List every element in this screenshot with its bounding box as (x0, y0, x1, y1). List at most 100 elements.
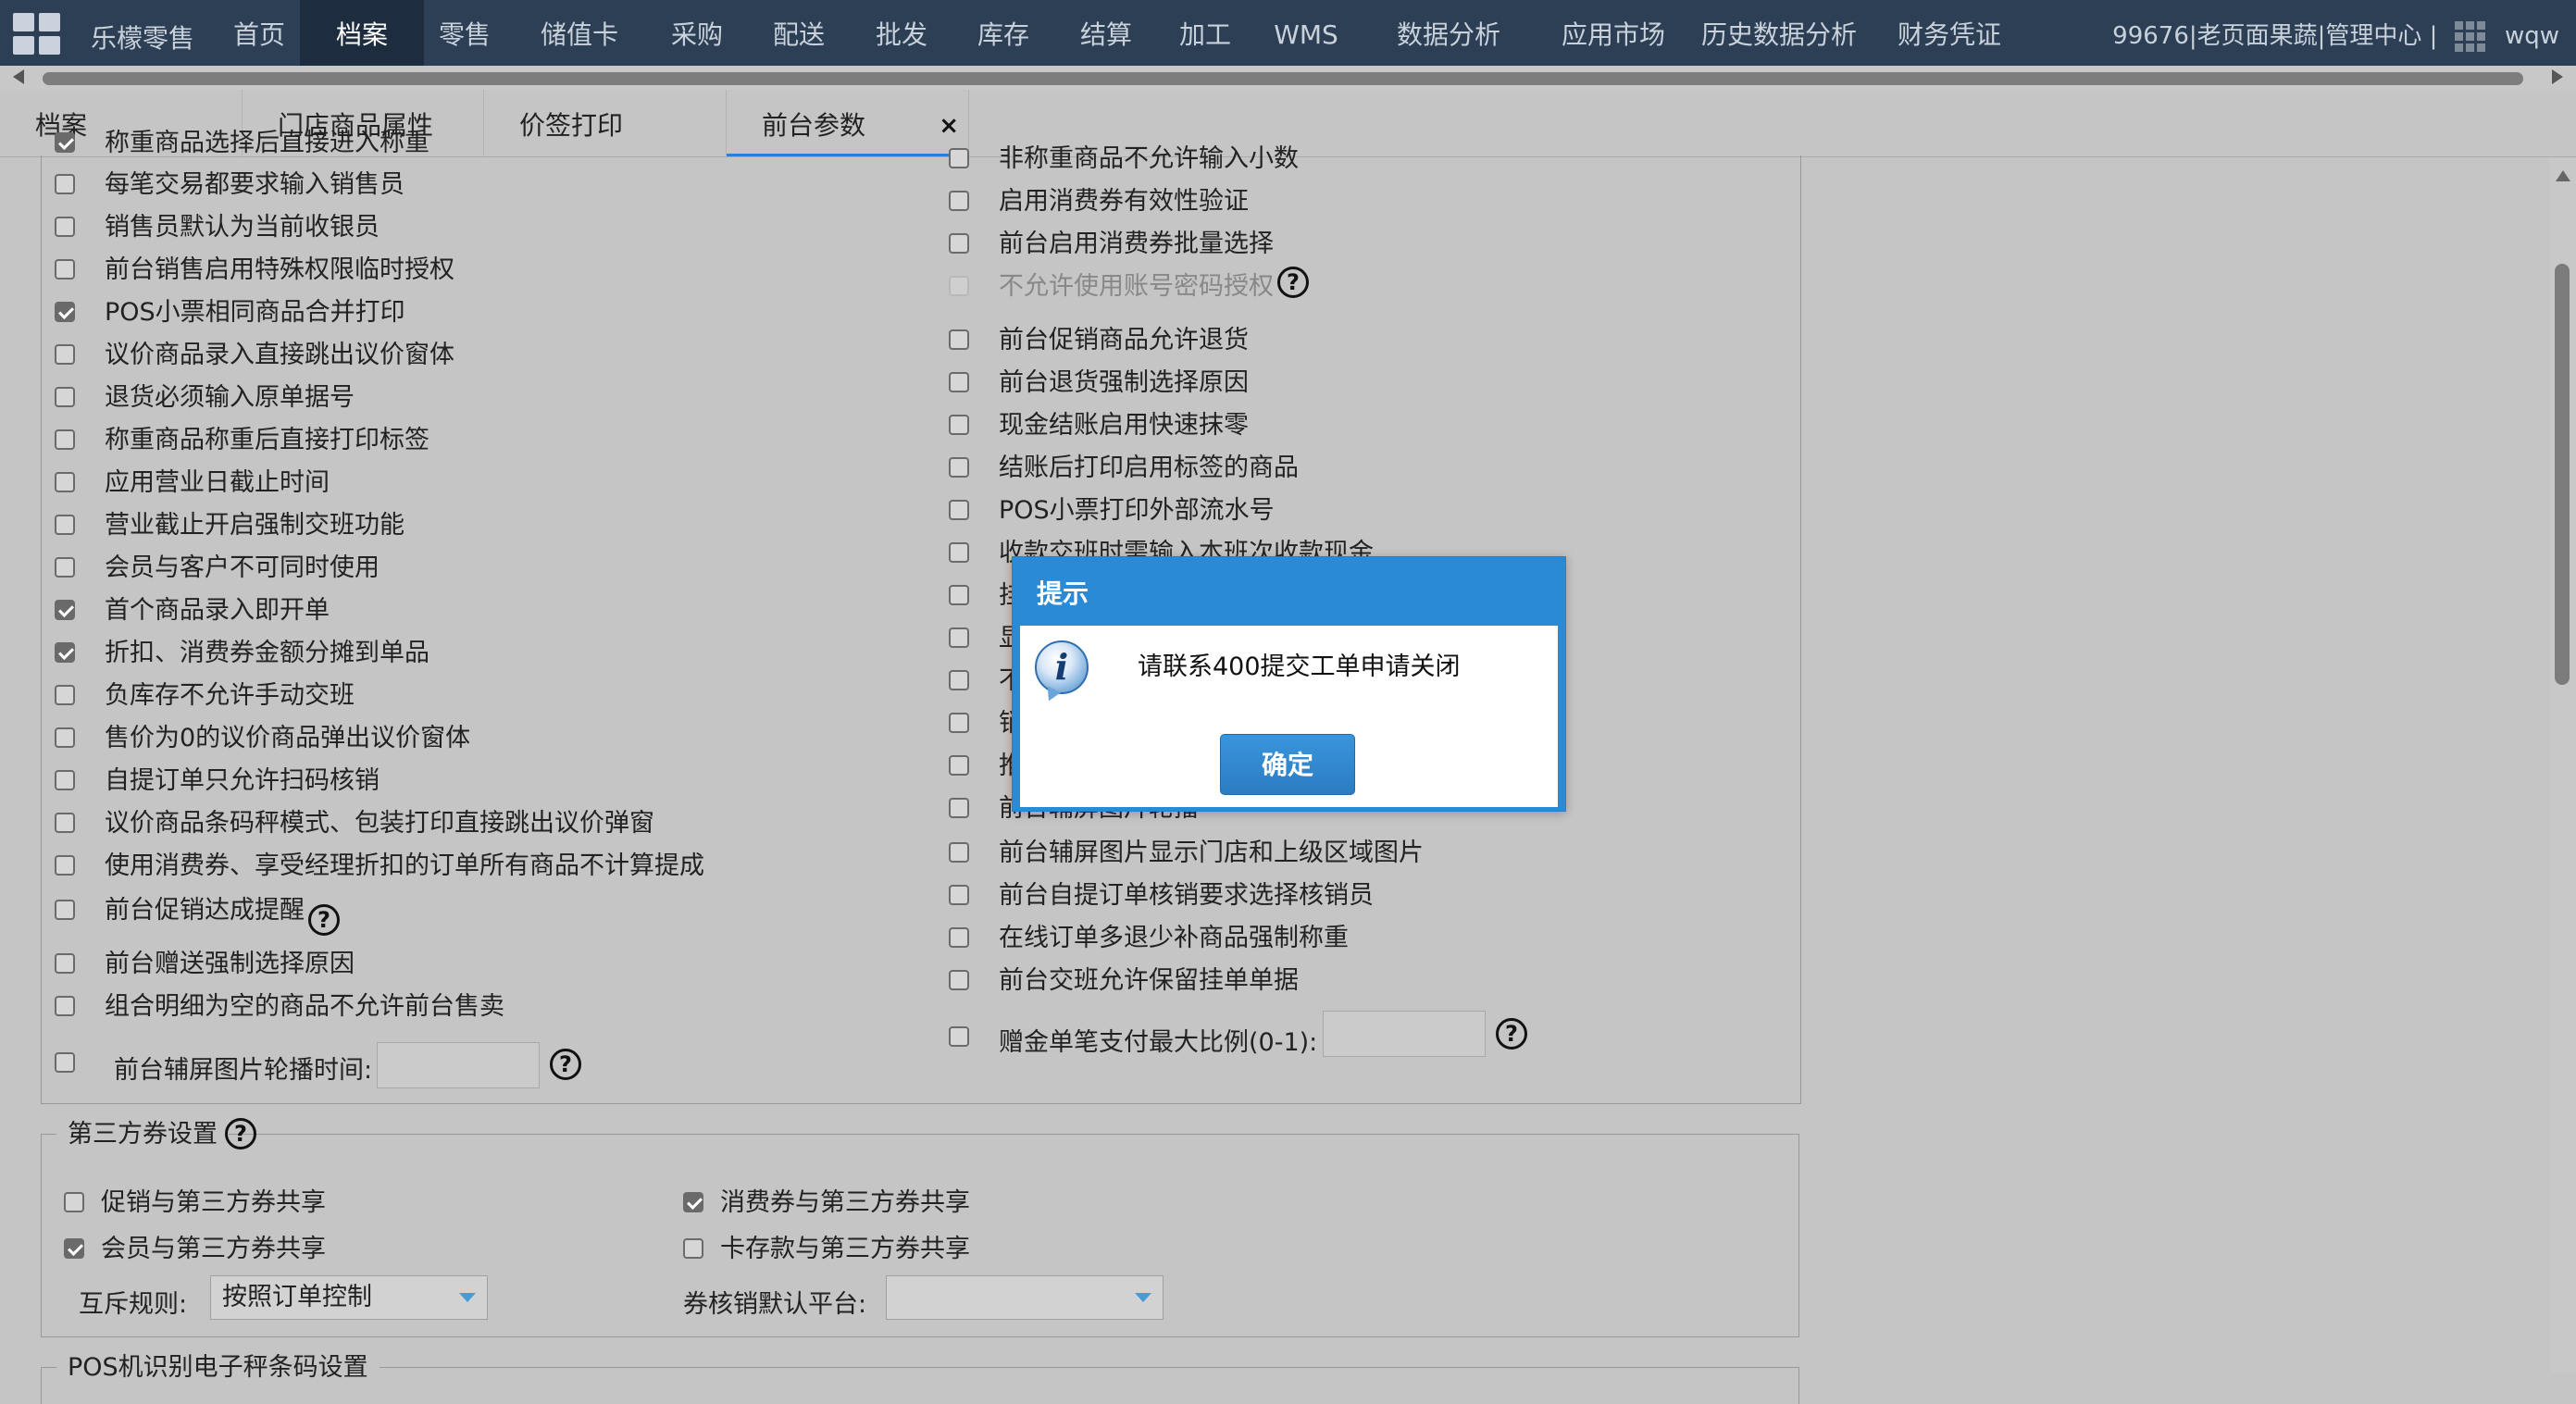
checkbox[interactable] (55, 642, 75, 663)
checkbox[interactable] (683, 1192, 703, 1212)
checkbox[interactable] (949, 627, 969, 648)
nav-item[interactable]: 财务凭证 (1869, 0, 2030, 66)
checkbox[interactable] (55, 996, 75, 1016)
checkbox[interactable] (949, 148, 969, 168)
checkbox[interactable] (55, 855, 75, 876)
help-icon[interactable]: ? (308, 904, 340, 936)
apps-grid-icon[interactable] (2453, 19, 2488, 55)
nav-item[interactable]: 库存 (944, 0, 1063, 66)
checkbox[interactable] (55, 302, 75, 322)
checkbox[interactable] (55, 344, 75, 365)
user-name[interactable]: wqw (2505, 22, 2559, 50)
checkbox[interactable] (55, 770, 75, 790)
tab-item[interactable]: 价签打印 (484, 90, 727, 156)
checkbox[interactable] (55, 217, 75, 237)
nav-item[interactable]: 配送 (740, 0, 858, 66)
option-label: 销售员默认为当前收银员 (105, 213, 380, 242)
checkbox[interactable] (55, 685, 75, 705)
option-label: 称重商品称重后直接打印标签 (105, 426, 429, 454)
option-label: 前台赠送强制选择原因 (105, 950, 355, 978)
help-icon[interactable]: ? (550, 1049, 581, 1080)
mutex-rule-select[interactable]: 按照订单控制 (210, 1275, 488, 1320)
checkbox[interactable] (55, 174, 75, 194)
checkbox[interactable] (949, 1026, 969, 1047)
checkbox[interactable] (949, 755, 969, 776)
checkbox[interactable] (55, 557, 75, 578)
option-label: 前台退货强制选择原因 (999, 368, 1249, 397)
checkbox[interactable] (55, 387, 75, 407)
option-label: 现金结账启用快速抹零 (999, 411, 1249, 440)
option-label: POS小票打印外部流水号 (999, 496, 1275, 525)
checkbox[interactable] (949, 713, 969, 733)
checkbox[interactable] (64, 1192, 84, 1212)
nav-item[interactable]: 历史数据分析 (1679, 0, 1879, 66)
vertical-scrollbar[interactable] (2550, 157, 2576, 1373)
checkbox[interactable] (55, 259, 75, 280)
checkbox[interactable] (64, 1238, 84, 1259)
store-info[interactable]: 99676|老页面果蔬|管理中心 (2112, 22, 2421, 50)
checkbox[interactable] (949, 927, 969, 948)
nav-separator: | (2429, 22, 2438, 50)
checkbox[interactable] (949, 670, 969, 690)
checkbox[interactable] (949, 233, 969, 254)
nav-item[interactable]: WMS (1247, 0, 1365, 66)
checkbox[interactable] (949, 457, 969, 478)
app-grid-logo-icon[interactable] (13, 13, 65, 56)
option-label: 负库存不允许手动交班 (105, 681, 355, 710)
checkbox[interactable] (55, 1052, 75, 1073)
option-label: 自提订单只允许扫码核销 (105, 766, 380, 795)
checkbox[interactable] (949, 885, 969, 905)
option-label: 启用消费券有效性验证 (999, 187, 1249, 216)
horizontal-scrollbar[interactable] (0, 66, 2576, 90)
option-label: 会员与客户不可同时使用 (105, 553, 380, 582)
checkbox[interactable] (55, 132, 75, 153)
option-label: 前台自提订单核销要求选择核销员 (999, 881, 1374, 910)
checkbox[interactable] (55, 429, 75, 450)
checkbox[interactable] (949, 798, 969, 818)
option-label: 非称重商品不允许输入小数 (999, 144, 1299, 173)
checkbox[interactable] (949, 970, 969, 990)
help-icon[interactable]: ? (1277, 267, 1309, 298)
checkbox[interactable] (55, 953, 75, 974)
nav-item[interactable]: 采购 (638, 0, 756, 66)
scroll-left-icon[interactable] (13, 69, 24, 84)
checkbox[interactable] (949, 842, 969, 863)
help-icon[interactable]: ? (1496, 1018, 1527, 1050)
ok-button[interactable]: 确定 (1220, 734, 1355, 795)
checkbox[interactable] (949, 415, 969, 435)
checkbox[interactable] (949, 191, 969, 211)
checkbox[interactable] (55, 472, 75, 492)
nav-item[interactable]: 应用市场 (1531, 0, 1696, 66)
option-label: 营业截止开启强制交班功能 (105, 511, 404, 540)
checkbox[interactable] (55, 813, 75, 833)
scrollbar-thumb[interactable] (2555, 264, 2570, 685)
checkbox[interactable] (55, 515, 75, 535)
checkbox[interactable] (55, 900, 75, 920)
checkbox[interactable] (55, 727, 75, 748)
tab-item[interactable]: 前台参数 × (727, 90, 969, 156)
carousel-time-input[interactable] (377, 1042, 540, 1088)
scale-barcode-section: POS机识别电子秤条码设置 (41, 1349, 1799, 1404)
checkbox[interactable] (683, 1238, 703, 1259)
brand-name: 乐檬零售 (91, 23, 195, 54)
checkbox[interactable] (949, 542, 969, 563)
checkbox[interactable] (949, 329, 969, 350)
scrollbar-thumb[interactable] (43, 72, 2523, 85)
nav-item[interactable]: 储值卡 (505, 0, 653, 66)
checkbox[interactable] (949, 372, 969, 392)
scroll-right-icon[interactable] (2552, 69, 2563, 84)
help-icon[interactable]: ? (225, 1118, 256, 1149)
option-label: 不允许使用账号密码授权 (999, 272, 1274, 301)
checkbox[interactable] (949, 585, 969, 605)
dialog-title: 提示 (1037, 578, 1089, 609)
option-label: 促销与第三方券共享 (101, 1188, 326, 1217)
checkbox[interactable] (55, 600, 75, 620)
top-navigation: 乐檬零售 首页 档案 零售 储值卡 采购 配送 批发 库存 结算 加工 WMS 数据分析 应用市场 历史数… (0, 0, 2576, 66)
platform-select[interactable] (886, 1275, 1164, 1320)
option-label: 消费券与第三方券共享 (720, 1188, 970, 1217)
scroll-up-icon[interactable] (2556, 170, 2570, 181)
bonus-ratio-input[interactable] (1323, 1011, 1486, 1057)
option-label: 前台启用消费券批量选择 (999, 230, 1274, 258)
nav-item[interactable]: 数据分析 (1369, 0, 1528, 66)
checkbox[interactable] (949, 500, 969, 520)
